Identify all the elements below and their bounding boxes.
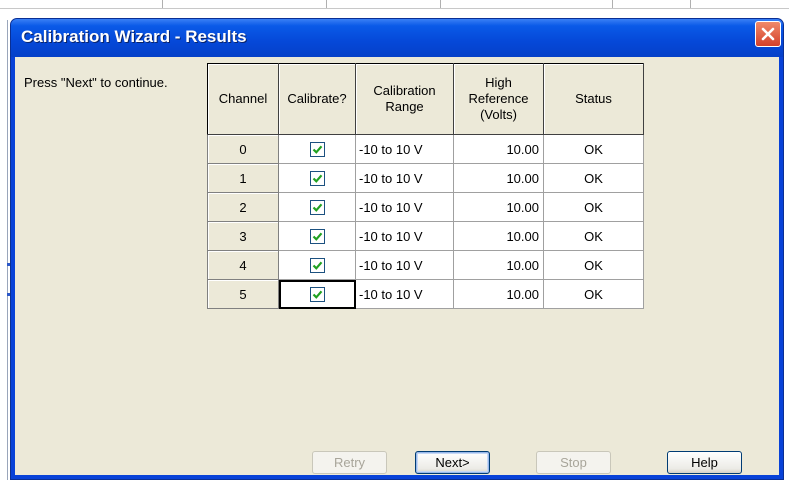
- high-reference-cell[interactable]: 10.00: [453, 279, 544, 309]
- checkmark-icon: [312, 290, 322, 299]
- status-cell: OK: [543, 192, 644, 222]
- checkmark-icon: [312, 232, 322, 241]
- table-row: 2 -10 to 10 V 10.00 OK: [207, 192, 644, 222]
- calibrate-cell[interactable]: [278, 134, 356, 164]
- background-divider: [326, 0, 327, 8]
- table-row: 0 -10 to 10 V 10.00 OK: [207, 134, 644, 164]
- background-divider: [690, 0, 691, 8]
- next-button[interactable]: Next>: [415, 451, 490, 474]
- calibration-range-cell[interactable]: -10 to 10 V: [355, 134, 454, 164]
- column-header-high-reference[interactable]: High Reference (Volts): [453, 63, 544, 135]
- retry-button[interactable]: Retry: [312, 451, 387, 474]
- high-reference-cell[interactable]: 10.00: [453, 163, 544, 193]
- checkmark-icon: [312, 261, 322, 270]
- instruction-text: Press "Next" to continue.: [24, 75, 168, 90]
- help-button[interactable]: Help: [667, 451, 742, 474]
- calibrate-cell[interactable]: [278, 163, 356, 193]
- calibrate-cell[interactable]: [278, 192, 356, 222]
- checkmark-icon: [312, 203, 322, 212]
- channel-cell[interactable]: 4: [207, 250, 279, 280]
- background-window-strip: [0, 0, 789, 9]
- table-row: 4 -10 to 10 V 10.00 OK: [207, 250, 644, 280]
- column-header-calibration-range[interactable]: Calibration Range: [355, 63, 454, 135]
- table-row: 1 -10 to 10 V 10.00 OK: [207, 163, 644, 193]
- close-icon: [761, 27, 775, 41]
- column-header-status[interactable]: Status: [543, 63, 644, 135]
- status-cell: OK: [543, 250, 644, 280]
- high-reference-cell[interactable]: 10.00: [453, 134, 544, 164]
- calibration-range-cell[interactable]: -10 to 10 V: [355, 192, 454, 222]
- calibrate-checkbox[interactable]: [309, 229, 325, 245]
- channel-cell[interactable]: 3: [207, 221, 279, 251]
- status-cell: OK: [543, 221, 644, 251]
- channel-cell[interactable]: 5: [207, 279, 279, 309]
- status-cell: OK: [543, 163, 644, 193]
- calibrate-checkbox[interactable]: [309, 171, 325, 187]
- background-window-edge: [7, 20, 8, 480]
- title-bar[interactable]: Calibration Wizard - Results: [11, 19, 783, 57]
- calibration-range-cell[interactable]: -10 to 10 V: [355, 250, 454, 280]
- calibrate-cell[interactable]: [278, 279, 356, 309]
- channel-cell[interactable]: 1: [207, 163, 279, 193]
- channel-cell[interactable]: 2: [207, 192, 279, 222]
- background-divider: [612, 0, 613, 8]
- table-row: 3 -10 to 10 V 10.00 OK: [207, 221, 644, 251]
- calibrate-checkbox[interactable]: [309, 200, 325, 216]
- calibrate-checkbox[interactable]: [309, 258, 325, 274]
- high-reference-cell[interactable]: 10.00: [453, 221, 544, 251]
- column-header-calibrate[interactable]: Calibrate?: [278, 63, 356, 135]
- calibrate-checkbox[interactable]: [309, 287, 325, 303]
- dialog-title: Calibration Wizard - Results: [21, 27, 247, 46]
- calibrate-cell[interactable]: [278, 221, 356, 251]
- stop-button[interactable]: Stop: [536, 451, 611, 474]
- calibrate-cell[interactable]: [278, 250, 356, 280]
- table-row: 5 -10 to 10 V 10.00 OK: [207, 279, 644, 309]
- results-table: Channel Calibrate? Calibration Range Hig…: [207, 63, 644, 309]
- checkmark-icon: [312, 145, 322, 154]
- channel-cell[interactable]: 0: [207, 134, 279, 164]
- background-divider: [440, 0, 441, 8]
- calibration-range-cell[interactable]: -10 to 10 V: [355, 279, 454, 309]
- background-divider: [162, 0, 163, 8]
- status-cell: OK: [543, 279, 644, 309]
- close-button[interactable]: [755, 21, 781, 47]
- high-reference-cell[interactable]: 10.00: [453, 192, 544, 222]
- high-reference-cell[interactable]: 10.00: [453, 250, 544, 280]
- status-cell: OK: [543, 134, 644, 164]
- column-header-channel[interactable]: Channel: [207, 63, 279, 135]
- calibration-range-cell[interactable]: -10 to 10 V: [355, 163, 454, 193]
- calibrate-checkbox[interactable]: [309, 142, 325, 158]
- checkmark-icon: [312, 174, 322, 183]
- calibration-range-cell[interactable]: -10 to 10 V: [355, 221, 454, 251]
- dialog-body: Press "Next" to continue. Channel Calibr…: [15, 57, 779, 475]
- calibration-wizard-dialog: Calibration Wizard - Results Press "Next…: [10, 18, 784, 480]
